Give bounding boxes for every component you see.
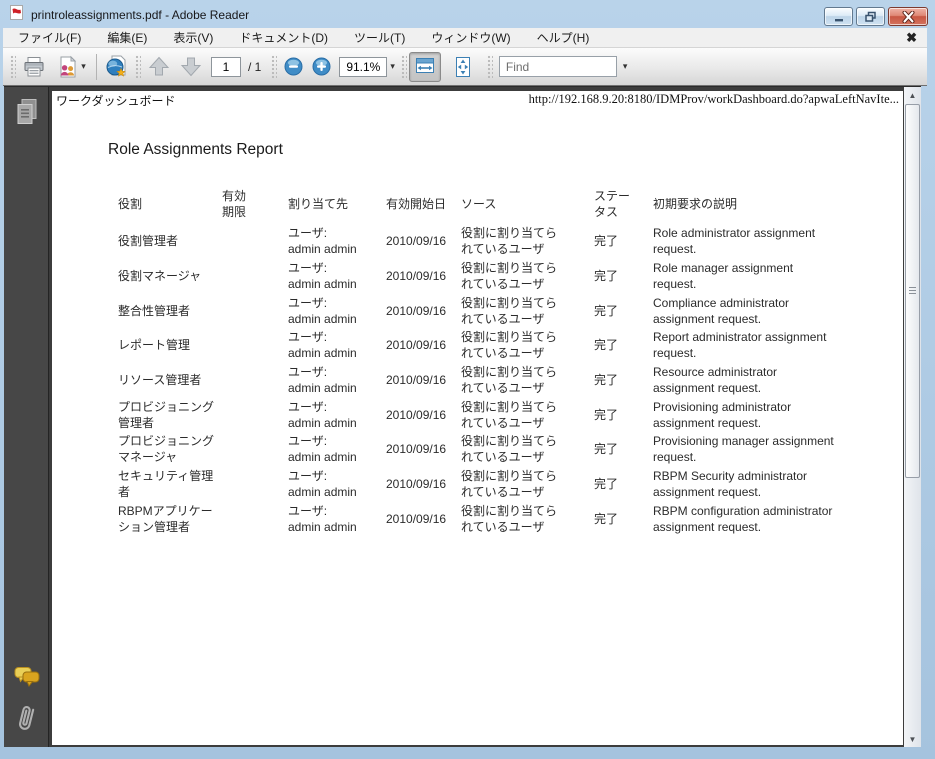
- plus-circle-icon: [312, 57, 331, 76]
- find-dropdown-arrow[interactable]: ▾: [623, 61, 628, 72]
- close-button[interactable]: [888, 7, 928, 26]
- attachments-panel-button[interactable]: [4, 701, 49, 737]
- print-button[interactable]: [18, 52, 50, 82]
- pages-panel-button[interactable]: [4, 97, 49, 129]
- menu-view[interactable]: 表示(V): [160, 28, 226, 48]
- menu-edit[interactable]: 編集(E): [94, 28, 160, 48]
- toolbar-grip-handle[interactable]: [486, 54, 493, 79]
- vertical-scrollbar[interactable]: ▲ ▼: [904, 87, 921, 747]
- table-row: リソース管理者 ユーザ: admin admin 2010/09/16 役割に割り…: [118, 365, 778, 396]
- share-button[interactable]: [101, 52, 133, 82]
- previous-page-button[interactable]: [143, 52, 175, 82]
- toolbar-grip-handle[interactable]: [400, 54, 407, 79]
- scroll-down-arrow[interactable]: ▼: [904, 731, 921, 747]
- scrollbar-thumb[interactable]: [905, 104, 920, 478]
- navigation-sidebar: [4, 87, 49, 747]
- fit-page-icon: [455, 56, 470, 77]
- page-header-left: ワークダッシュボード: [56, 94, 176, 108]
- zoom-dropdown-arrow[interactable]: ▾: [390, 61, 395, 72]
- header-source: ソース: [461, 197, 497, 211]
- table-row: レポート管理 ユーザ: admin admin 2010/09/16 役割に割り当…: [118, 330, 827, 361]
- toolbar-grip-handle[interactable]: [271, 54, 278, 79]
- toolbar-grip-handle[interactable]: [135, 54, 141, 79]
- role-assignments-table: 役割 有効期限 割り当て先 有効開始日 ソース ステータス 初期要求の説明 役割…: [118, 184, 868, 536]
- table-row: 整合性管理者 ユーザ: admin admin 2010/09/16 役割に割り当…: [118, 295, 790, 326]
- collaborate-button[interactable]: ▾: [50, 52, 92, 82]
- table-row: プロビジョニングマネージャ ユーザ: admin admin 2010/09/16…: [118, 434, 834, 465]
- comments-icon: [14, 667, 39, 687]
- menu-file[interactable]: ファイル(F): [5, 28, 94, 48]
- zoom-level-value: 91.1%: [346, 59, 381, 74]
- toolbar-grip-handle[interactable]: [10, 54, 16, 79]
- table-row: 役割マネージャ ユーザ: admin admin 2010/09/16 役割に割り…: [118, 261, 794, 292]
- main-area: ワークダッシュボード http://192.168.9.20:8180/IDMP…: [4, 86, 921, 747]
- menu-tools[interactable]: ツール(T): [341, 28, 418, 48]
- title-bar: printroleassignments.pdf - Adobe Reader: [0, 0, 935, 28]
- header-status: ステータス: [594, 189, 631, 219]
- header-expiry: 有効期限: [222, 189, 247, 219]
- globe-share-icon: [106, 55, 126, 77]
- table-row: 役割管理者 ユーザ: admin admin 2010/09/16 役割に割り当て…: [118, 226, 816, 257]
- header-assignee: 割り当て先: [288, 197, 349, 211]
- page-number-input[interactable]: [211, 56, 241, 77]
- minimize-button[interactable]: [824, 7, 853, 26]
- close-document-icon[interactable]: ✖: [906, 28, 917, 48]
- window-title: printroleassignments.pdf - Adobe Reader: [31, 8, 250, 22]
- header-start-date: 有効開始日: [386, 197, 447, 211]
- arrow-up-icon: [148, 56, 170, 76]
- minus-circle-icon: [284, 57, 303, 76]
- table-header-row: 役割 有効期限 割り当て先 有効開始日 ソース ステータス 初期要求の説明: [118, 184, 868, 224]
- zoom-out-button[interactable]: [279, 52, 307, 82]
- fit-width-icon: [415, 57, 434, 73]
- table-row: プロビジョニング管理者 ユーザ: admin admin 2010/09/16 役…: [118, 399, 792, 430]
- adobe-reader-window: printroleassignments.pdf - Adobe Reader: [0, 0, 935, 759]
- document-view: ワークダッシュボード http://192.168.9.20:8180/IDMP…: [50, 87, 904, 747]
- header-role: 役割: [118, 197, 143, 211]
- zoom-level-field[interactable]: 91.1%: [339, 56, 388, 77]
- next-page-button[interactable]: [175, 52, 207, 82]
- comments-panel-button[interactable]: [4, 665, 49, 691]
- zoom-in-button[interactable]: [307, 52, 335, 82]
- table-row: RBPMアプリケーション管理者 ユーザ: admin admin 2010/09/…: [118, 503, 833, 534]
- page-header-url: http://192.168.9.20:8180/IDMProv/workDas…: [528, 92, 899, 106]
- find-input[interactable]: [498, 56, 617, 77]
- fit-width-button[interactable]: [408, 51, 441, 82]
- printer-icon: [24, 56, 44, 76]
- header-description: 初期要求の説明: [653, 197, 738, 211]
- menu-document[interactable]: ドキュメント(D): [226, 28, 341, 48]
- restore-button[interactable]: [856, 7, 885, 26]
- scroll-up-arrow[interactable]: ▲: [904, 87, 921, 103]
- collaborate-icon: [60, 55, 77, 77]
- fit-page-button[interactable]: [447, 52, 479, 82]
- collaborate-dropdown-arrow[interactable]: ▾: [81, 61, 86, 72]
- report-title: Role Assignments Report: [108, 141, 283, 158]
- arrow-down-icon: [180, 57, 202, 77]
- pdf-page: ワークダッシュボード http://192.168.9.20:8180/IDMP…: [52, 91, 903, 745]
- pages-icon: [17, 99, 36, 124]
- page-count-label: / 1: [248, 59, 262, 74]
- toolbar: ▾ / 1: [3, 48, 927, 86]
- paperclip-icon: [18, 706, 34, 730]
- menu-help[interactable]: ヘルプ(H): [524, 28, 603, 48]
- pdf-file-icon: [9, 5, 24, 25]
- menu-window[interactable]: ウィンドウ(W): [418, 28, 523, 48]
- menu-bar: ファイル(F) 編集(E) 表示(V) ドキュメント(D) ツール(T) ウィン…: [3, 28, 927, 48]
- table-row: セキュリティ管理者 ユーザ: admin admin 2010/09/16 役割に…: [118, 469, 808, 500]
